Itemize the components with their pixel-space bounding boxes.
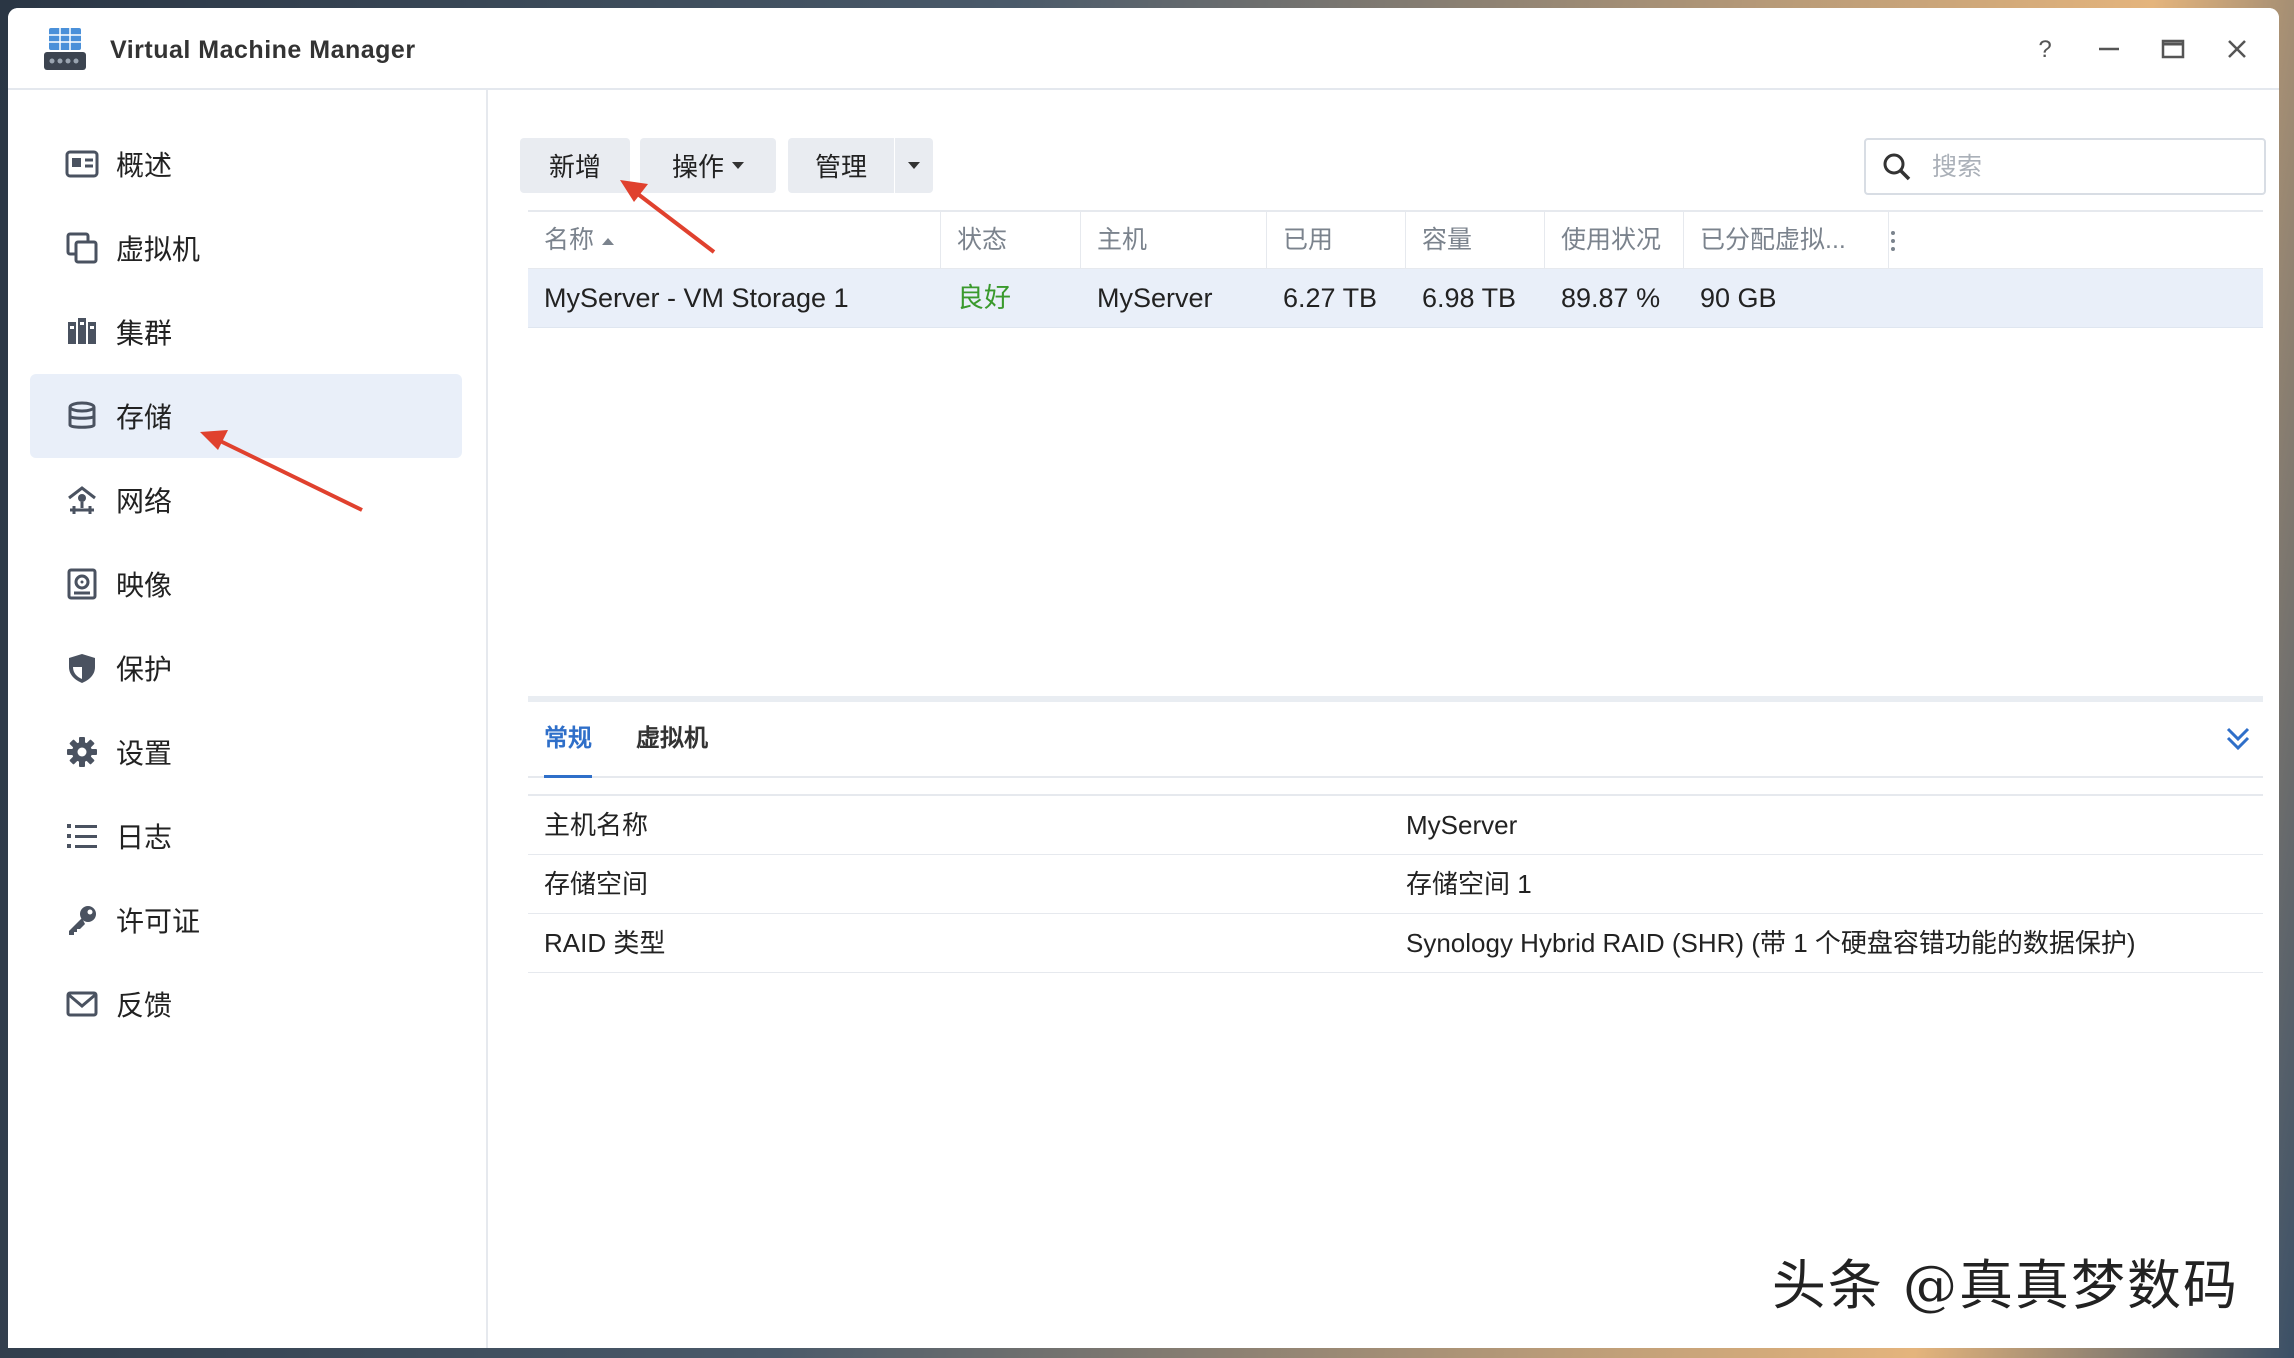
app-window: Virtual Machine Manager ? 概述 虚拟机 集群 存储 网… bbox=[8, 8, 2279, 1348]
annotation-arrow-add bbox=[620, 180, 716, 254]
annotation-arrows bbox=[200, 180, 716, 512]
annotation-arrow-storage bbox=[200, 430, 363, 512]
watermark: 头条 @真真梦数码 bbox=[1771, 1254, 2239, 1317]
